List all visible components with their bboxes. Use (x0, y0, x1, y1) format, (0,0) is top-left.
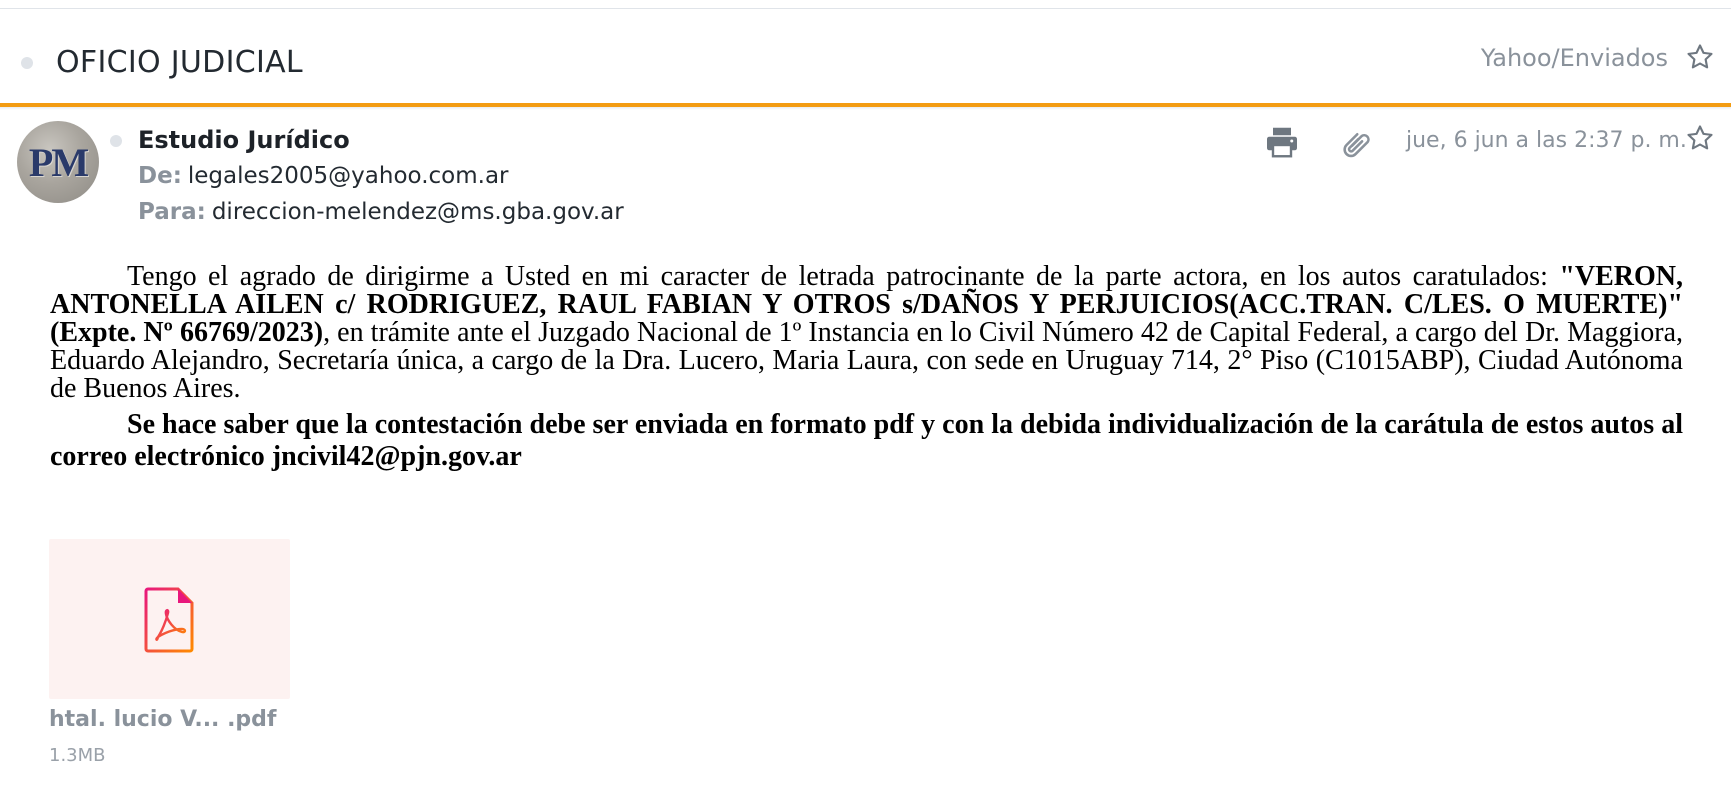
attachment-size: 1.3MB (49, 745, 106, 766)
to-row: Para: direccion-melendez@ms.gba.gov.ar (138, 199, 624, 225)
pdf-file-icon (144, 587, 194, 653)
separator-shadow (0, 107, 1731, 110)
from-row: De: legales2005@yahoo.com.ar (138, 163, 509, 189)
to-email[interactable]: direccion-melendez@ms.gba.gov.ar (212, 199, 624, 225)
star-icon[interactable] (1685, 123, 1715, 153)
attachment-thumbnail[interactable] (49, 539, 290, 699)
body-notice: Se hace saber que la contestación debe s… (50, 409, 1683, 472)
message-body: Tengo el agrado de dirigirme a Usted en … (50, 263, 1683, 473)
sender-name[interactable]: Estudio Jurídico (138, 126, 350, 154)
attachment-name[interactable]: htal. lucio V... .pdf (49, 707, 277, 732)
subject-title: OFICIO JUDICIAL (56, 45, 303, 80)
star-icon[interactable] (1685, 42, 1715, 72)
from-label: De: (138, 163, 182, 189)
print-icon[interactable] (1264, 124, 1300, 160)
message-date: jue, 6 jun a las 2:37 p. m. (1406, 128, 1687, 153)
from-email[interactable]: legales2005@yahoo.com.ar (188, 163, 509, 189)
body-paragraph: Tengo el agrado de dirigirme a Usted en … (50, 263, 1683, 403)
avatar[interactable]: PM (17, 121, 99, 203)
body-intro: Tengo el agrado de dirigirme a Usted en … (127, 261, 1548, 292)
body-paragraph: Se hace saber que la contestación debe s… (50, 409, 1683, 473)
subject-header: OFICIO JUDICIAL Yahoo/Enviados (0, 9, 1731, 105)
unread-dot[interactable] (21, 57, 33, 69)
read-status-dot[interactable] (110, 135, 122, 147)
folder-label[interactable]: Yahoo/Enviados (1481, 44, 1668, 72)
to-label: Para: (138, 199, 206, 225)
avatar-initials: PM (28, 140, 89, 185)
paperclip-icon[interactable] (1340, 128, 1374, 162)
